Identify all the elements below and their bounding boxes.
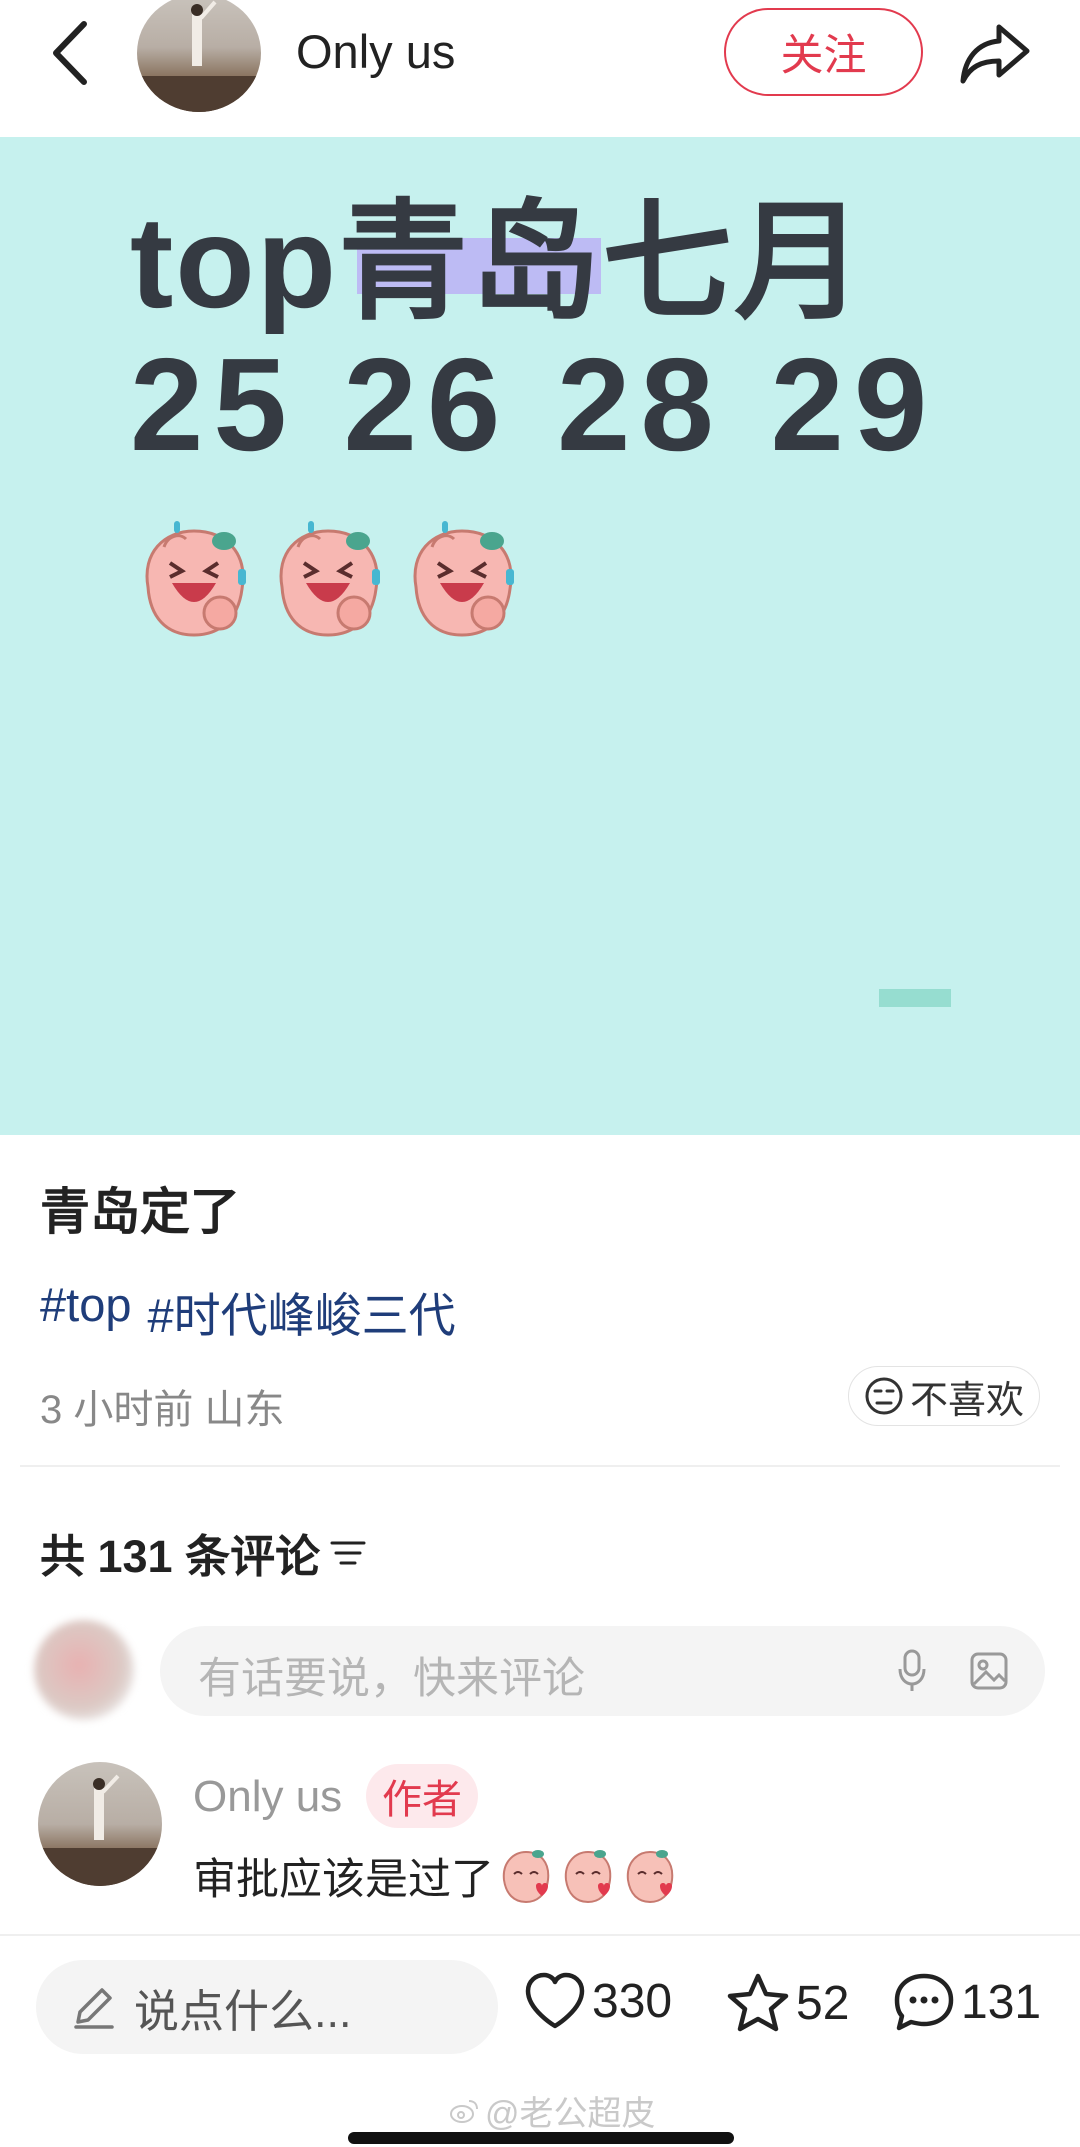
post-meta: 3 小时前 山东 [40, 1388, 285, 1432]
laughing-peach-sticker-icon [279, 521, 380, 637]
post-image[interactable]: top青岛七月 25 26 28 29 [0, 137, 1080, 1135]
image-text-line1: top青岛七月 [130, 157, 866, 345]
meh-face-icon [865, 1377, 903, 1415]
home-indicator[interactable] [348, 2132, 734, 2144]
mic-icon[interactable] [890, 1648, 934, 1694]
follow-button[interactable]: 关注 [724, 8, 923, 96]
pencil-icon [74, 1988, 114, 2029]
heart-icon [525, 1972, 585, 2029]
say-something-placeholder: 说点什么... [134, 1985, 352, 2037]
comment-total: 131 [961, 1975, 1042, 2029]
image-page-indicator [879, 989, 951, 1007]
divider [20, 1465, 1060, 1467]
my-avatar [34, 1620, 134, 1720]
like-count: 330 [592, 1974, 673, 2028]
author-badge: 作者 [366, 1764, 478, 1828]
dislike-label: 不喜欢 [909, 1379, 1024, 1422]
sort-icon[interactable] [330, 1538, 366, 1568]
tag-link[interactable]: #时代峰峻三代 [147, 1277, 455, 1346]
kiss-peach-sticker-icon [502, 1850, 550, 1904]
comment-author-avatar[interactable] [38, 1762, 162, 1886]
watermark-text: @老公超皮 [485, 2095, 656, 2133]
comment-body: 审批应该是过了 [193, 1856, 494, 1904]
comment-input[interactable]: 有话要说，快来评论 [160, 1626, 1045, 1716]
author-avatar[interactable] [137, 0, 261, 112]
top-bar: Only us 关注 [0, 0, 1080, 137]
weibo-logo-icon [450, 2099, 478, 2123]
comment-text: 审批应该是过了 [193, 1845, 680, 1907]
laughing-peach-sticker-icon [145, 521, 246, 637]
chevron-left-icon [53, 21, 87, 85]
bottom-action-bar: 说点什么... 330 52 131 @老公超皮 [0, 1934, 1080, 2147]
like-button[interactable]: 330 [524, 1972, 672, 2030]
image-text-latin: top [130, 189, 339, 335]
comment-count: 共 131 条评论 [40, 1520, 366, 1585]
back-button[interactable] [40, 18, 100, 88]
favorite-button[interactable]: 52 [726, 1972, 849, 2034]
share-arrow-icon [960, 24, 1030, 84]
speech-bubble-icon [894, 1973, 954, 2031]
kiss-peach-sticker-icon [626, 1850, 674, 1904]
weibo-watermark: @老公超皮 [449, 2086, 656, 2135]
star-icon [727, 1973, 789, 2032]
favorite-count: 52 [796, 1976, 850, 2030]
share-button[interactable] [955, 14, 1035, 94]
say-something-input[interactable]: 说点什么... [36, 1960, 498, 2054]
tag-list: #top #时代峰峻三代 [40, 1277, 456, 1346]
laughing-peach-sticker-icon [413, 521, 514, 637]
post-title: 青岛定了 [40, 1184, 240, 1240]
image-text-dates: 25 26 28 29 [130, 331, 938, 478]
comment-button[interactable]: 131 [893, 1972, 1041, 2032]
tag-link[interactable]: #top [40, 1277, 131, 1346]
comment-count-label: 共 131 条评论 [40, 1531, 321, 1582]
kiss-peach-sticker-icon [564, 1850, 612, 1904]
image-text-cjk: 青岛七月 [338, 189, 867, 335]
dislike-button[interactable]: 不喜欢 [848, 1366, 1040, 1426]
sticker-row [134, 517, 524, 643]
author-name[interactable]: Only us [296, 24, 455, 79]
comment-author-name[interactable]: Only us [193, 1772, 342, 1822]
image-icon[interactable] [966, 1648, 1012, 1694]
comment-input-placeholder: 有话要说，快来评论 [198, 1655, 585, 1703]
